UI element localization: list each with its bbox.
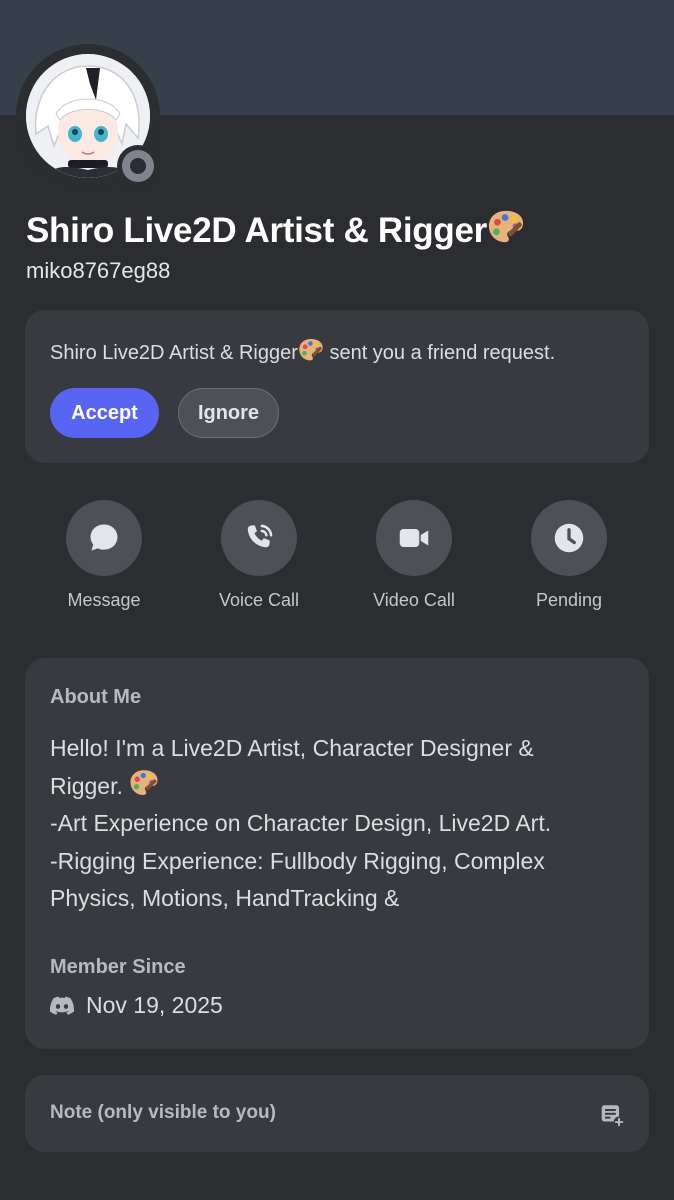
palette-emoji-icon: [129, 768, 159, 798]
member-since-title: Member Since: [50, 956, 186, 978]
palette-emoji-icon: [298, 337, 324, 363]
friend-request-card: Shiro Live2D Artist & Rigger sent you a …: [25, 310, 649, 463]
pending-label: Pending: [535, 590, 603, 610]
note-placeholder: Note (only visible to you): [50, 1102, 276, 1123]
voice-call-label: Voice Call: [218, 590, 300, 610]
discord-logo-icon: [50, 996, 74, 1015]
friend-request-text: Shiro Live2D Artist & Rigger sent you a …: [50, 337, 555, 365]
video-call-button[interactable]: [376, 500, 452, 576]
pending-button[interactable]: [531, 500, 607, 576]
video-call-label: Video Call: [373, 590, 455, 610]
video-camera-icon: [399, 529, 429, 547]
member-since-row: Nov 19, 2025: [50, 992, 223, 1019]
display-name: Shiro Live2D Artist & Rigger: [26, 208, 525, 251]
message-button[interactable]: [66, 500, 142, 576]
chat-bubble-icon: [90, 524, 118, 551]
palette-emoji-icon: [487, 208, 525, 246]
ignore-button[interactable]: Ignore: [178, 388, 279, 438]
voice-call-button[interactable]: [221, 500, 297, 576]
message-action[interactable]: Message: [44, 500, 164, 611]
voice-call-action[interactable]: Voice Call: [199, 500, 319, 611]
member-since-date: Nov 19, 2025: [86, 992, 223, 1018]
about-card: About Me Hello! I'm a Live2D Artist, Cha…: [25, 658, 649, 1049]
note-field[interactable]: Note (only visible to you): [25, 1075, 649, 1152]
about-me-title: About Me: [50, 686, 142, 708]
video-call-action[interactable]: Video Call: [354, 500, 474, 611]
about-me-text: Hello! I'm a Live2D Artist, Character De…: [50, 735, 552, 911]
add-note-icon[interactable]: [599, 1102, 625, 1133]
message-label: Message: [67, 590, 141, 610]
phone-icon: [247, 524, 273, 548]
pending-action[interactable]: Pending: [509, 500, 629, 611]
username: miko8767eg88: [26, 258, 171, 283]
clock-icon: [554, 523, 584, 553]
accept-button[interactable]: Accept: [50, 388, 159, 438]
